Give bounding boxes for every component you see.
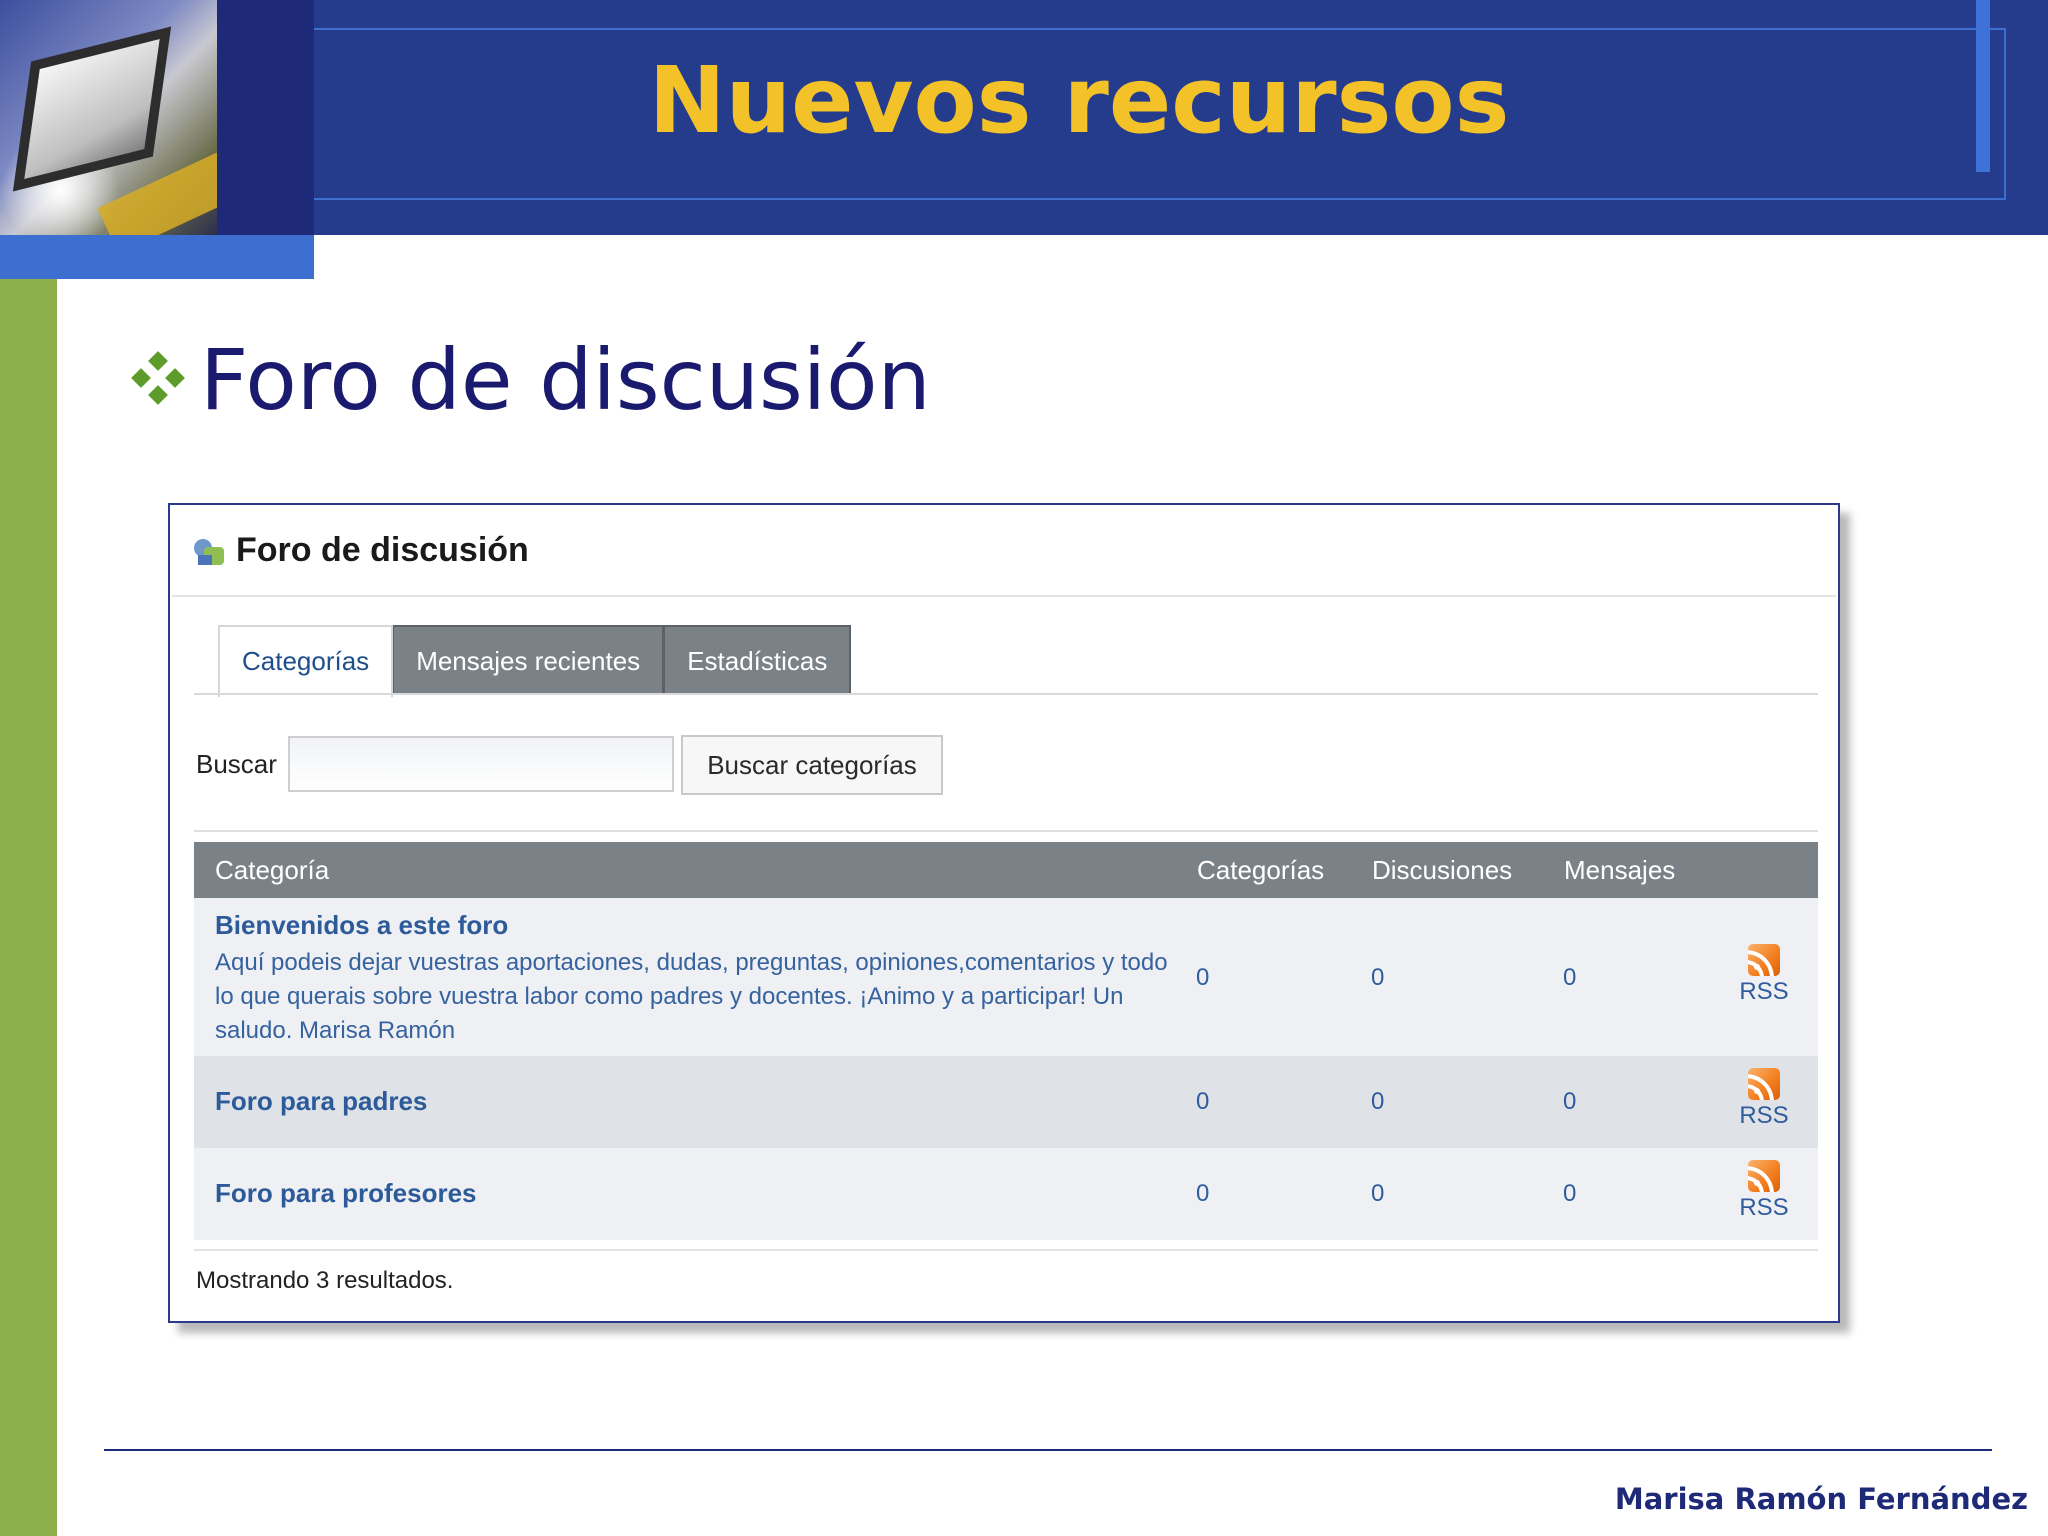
header-accent-bar bbox=[1976, 0, 1990, 172]
discusiones-count: 0 bbox=[1371, 1088, 1385, 1115]
table-row: Foro para profesores 0 0 0 RSS bbox=[194, 1148, 1818, 1240]
slide-title: Nuevos recursos bbox=[648, 47, 1510, 154]
categories-table: Categoría Categorías Discusiones Mensaje… bbox=[194, 842, 1818, 1240]
search-categories-button[interactable]: Buscar categorías bbox=[681, 735, 943, 795]
tab-estadisticas[interactable]: Estadísticas bbox=[664, 625, 852, 695]
side-green-bar bbox=[0, 279, 57, 1536]
category-description: Aquí podeis dejar vuestras aportaciones,… bbox=[215, 949, 1168, 1044]
results-count: Mostrando 3 resultados. bbox=[196, 1267, 454, 1294]
tab-bar: Categorías Mensajes recientes Estadístic… bbox=[218, 625, 852, 697]
categorias-count: 0 bbox=[1196, 964, 1210, 991]
divider bbox=[194, 1249, 1818, 1251]
rss-label: RSS bbox=[1739, 1194, 1789, 1221]
search-input[interactable] bbox=[288, 736, 674, 792]
categorias-count: 0 bbox=[1196, 1088, 1210, 1115]
mensajes-count: 0 bbox=[1563, 1180, 1577, 1207]
tab-mensajes-recientes[interactable]: Mensajes recientes bbox=[393, 625, 665, 695]
discusiones-count: 0 bbox=[1371, 1180, 1385, 1207]
widget-header: Foro de discusión bbox=[194, 531, 529, 570]
col-header-categorias[interactable]: Categorías bbox=[1197, 842, 1324, 898]
author-name: Marisa Ramón Fernández bbox=[1614, 1482, 2028, 1516]
category-link[interactable]: Foro para profesores bbox=[215, 1178, 477, 1209]
forum-users-icon bbox=[194, 535, 226, 567]
rss-icon bbox=[1748, 1160, 1780, 1192]
rss-link[interactable]: RSS bbox=[1734, 944, 1794, 1006]
mensajes-count: 0 bbox=[1563, 964, 1577, 991]
divider bbox=[194, 830, 1818, 832]
category-link[interactable]: Foro para padres bbox=[215, 1086, 427, 1117]
col-header-discusiones[interactable]: Discusiones bbox=[1372, 842, 1512, 898]
table-row: Foro para padres 0 0 0 RSS bbox=[194, 1056, 1818, 1148]
table-row: Bienvenidos a este foro Aquí podeis deja… bbox=[194, 898, 1818, 1056]
table-header: Categoría Categorías Discusiones Mensaje… bbox=[194, 842, 1818, 898]
forum-widget: Foro de discusión Categorías Mensajes re… bbox=[168, 503, 1840, 1323]
bullet-diamond-icon bbox=[128, 350, 188, 410]
categorias-count: 0 bbox=[1196, 1180, 1210, 1207]
rss-label: RSS bbox=[1739, 978, 1789, 1005]
rss-label: RSS bbox=[1739, 1102, 1789, 1129]
rss-icon bbox=[1748, 1068, 1780, 1100]
footer-divider bbox=[104, 1449, 1992, 1451]
divider bbox=[172, 595, 1836, 597]
divider bbox=[194, 693, 1818, 695]
slide-subtitle: Foro de discusión bbox=[200, 331, 931, 429]
rss-link[interactable]: RSS bbox=[1734, 1160, 1794, 1222]
col-header-categoria[interactable]: Categoría bbox=[215, 842, 329, 898]
search-label: Buscar bbox=[196, 749, 277, 779]
rss-link[interactable]: RSS bbox=[1734, 1068, 1794, 1130]
tab-categorias[interactable]: Categorías bbox=[218, 625, 394, 697]
header-blue-stub bbox=[0, 235, 314, 279]
widget-title: Foro de discusión bbox=[236, 531, 529, 569]
category-link[interactable]: Bienvenidos a este foro bbox=[215, 910, 508, 941]
computer-logo-image bbox=[0, 0, 217, 235]
discusiones-count: 0 bbox=[1371, 964, 1385, 991]
col-header-mensajes[interactable]: Mensajes bbox=[1564, 842, 1675, 898]
mensajes-count: 0 bbox=[1563, 1088, 1577, 1115]
rss-icon bbox=[1748, 944, 1780, 976]
